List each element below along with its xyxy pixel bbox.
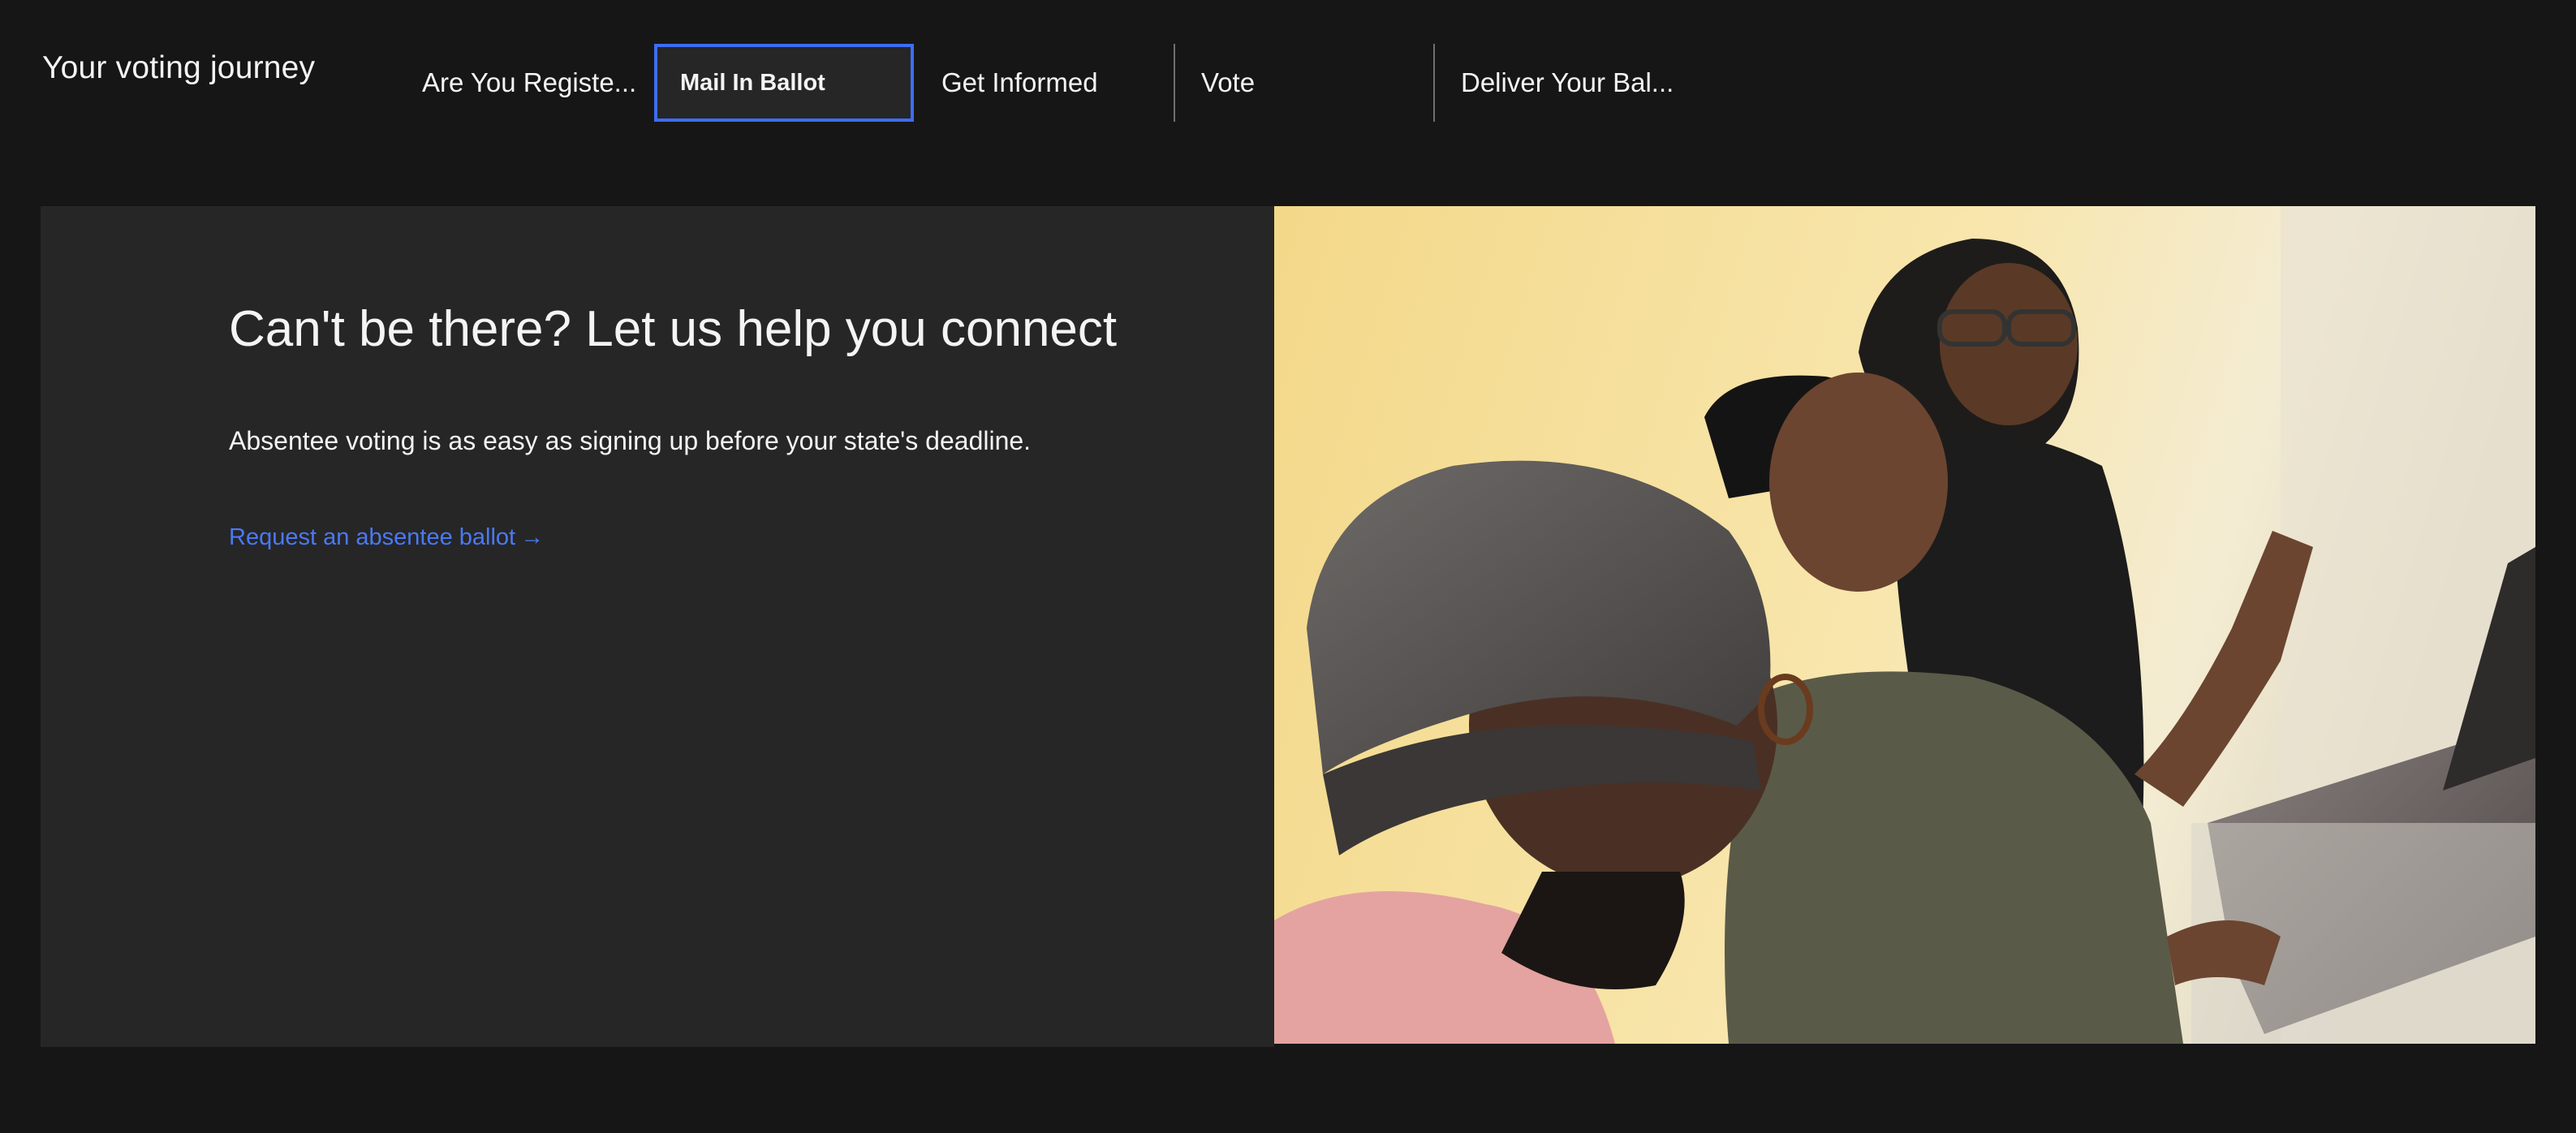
- tab-deliver-your-ballot[interactable]: Deliver Your Bal...: [1433, 44, 1693, 122]
- lead-photo: [1274, 206, 2535, 1044]
- tab-mail-in-ballot[interactable]: Mail In Ballot: [654, 44, 914, 122]
- journey-title: Your voting journey: [42, 50, 316, 85]
- tab-get-informed[interactable]: Get Informed: [914, 44, 1174, 122]
- lead-text-panel: Can't be there? Let us help you connect …: [41, 206, 1274, 1047]
- lead-heading: Can't be there? Let us help you connect: [229, 301, 1118, 357]
- lead-space: Can't be there? Let us help you connect …: [41, 206, 2535, 1047]
- arrow-right-icon: →: [520, 524, 545, 551]
- page: Your voting journey Are You Registe... M…: [0, 0, 2576, 1133]
- request-absentee-ballot-label: Request an absentee ballot: [229, 524, 516, 551]
- tab-vote[interactable]: Vote: [1174, 44, 1433, 122]
- request-absentee-ballot-link[interactable]: Request an absentee ballot →: [229, 524, 544, 551]
- people-at-laptop-illustration: [1274, 206, 2535, 1044]
- journey-tabs: Are You Registe... Mail In Ballot Get In…: [394, 44, 1693, 122]
- tab-are-you-registered[interactable]: Are You Registe...: [394, 44, 654, 122]
- lead-description: Absentee voting is as easy as signing up…: [229, 426, 1032, 456]
